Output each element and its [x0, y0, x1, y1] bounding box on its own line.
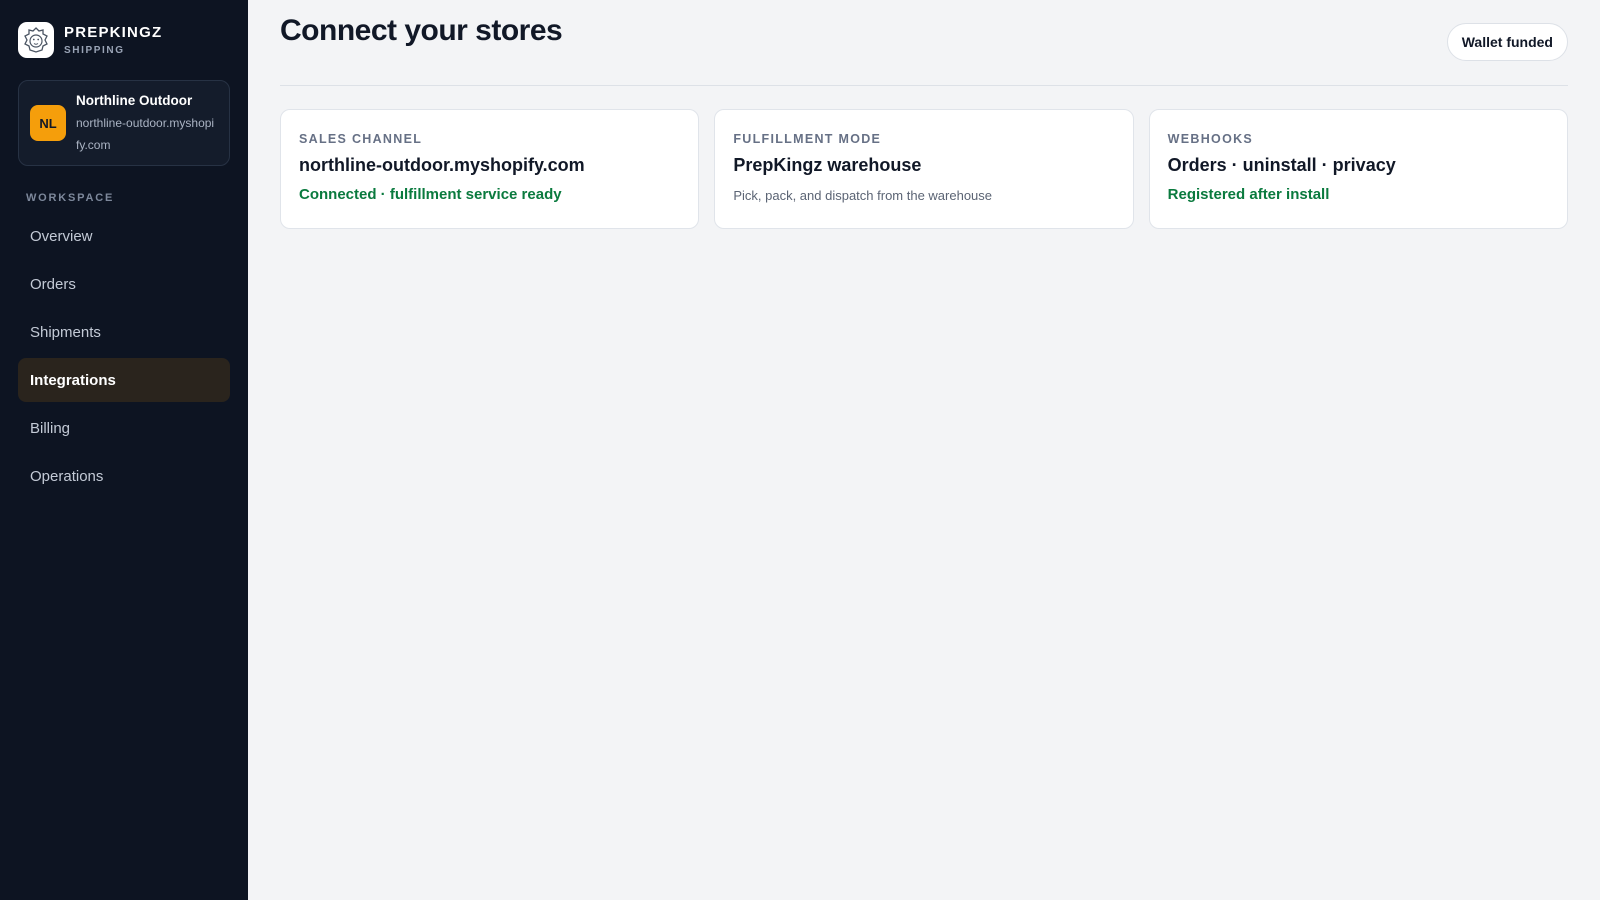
fulfillment-mode-card: FULFILLMENT MODE PrepKingz warehouse Pic…	[714, 109, 1134, 229]
store-name: Northline Outdoor	[76, 93, 193, 108]
sidebar-item-shipments[interactable]: Shipments	[18, 310, 230, 354]
integration-cards: SALES CHANNEL northline-outdoor.myshopif…	[280, 109, 1568, 229]
brand-name: PREPKINGZ	[64, 24, 163, 41]
card-label: SALES CHANNEL	[299, 132, 423, 146]
store-avatar: NL	[30, 105, 66, 141]
card-status: Connected · fulfillment service ready	[299, 186, 562, 203]
card-title: Orders · uninstall · privacy	[1167, 155, 1396, 175]
main-content: Connect your stores Wallet funded SALES …	[248, 0, 1600, 900]
brand[interactable]: PREPKINGZ SHIPPING	[18, 22, 230, 58]
page-title: Connect your stores	[280, 14, 563, 48]
sidebar-item-operations[interactable]: Operations	[18, 454, 230, 498]
card-status: Registered after install	[1167, 186, 1330, 203]
sidebar-item-overview[interactable]: Overview	[18, 214, 230, 258]
brand-subtitle: SHIPPING	[64, 45, 125, 56]
sidebar-nav: Overview Orders Shipments Integrations B…	[18, 214, 230, 498]
wallet-status-badge[interactable]: Wallet funded	[1446, 22, 1568, 61]
store-switcher[interactable]: NL Northline Outdoor northline-outdoor.m…	[18, 80, 230, 166]
sidebar-item-billing[interactable]: Billing	[18, 406, 230, 450]
card-label: FULFILLMENT MODE	[733, 132, 882, 146]
card-description: Pick, pack, and dispatch from the wareho…	[733, 188, 993, 203]
card-title: PrepKingz warehouse	[733, 155, 922, 175]
sidebar-item-integrations[interactable]: Integrations	[18, 358, 230, 402]
lion-icon	[18, 22, 54, 58]
card-title: northline-outdoor.myshopify.com	[299, 155, 585, 175]
webhooks-card: WEBHOOKS Orders · uninstall · privacy Re…	[1148, 109, 1568, 229]
app-shell: PREPKINGZ SHIPPING NL Northline Outdoor …	[0, 0, 1600, 900]
sidebar: PREPKINGZ SHIPPING NL Northline Outdoor …	[0, 0, 248, 900]
sidebar-item-orders[interactable]: Orders	[18, 262, 230, 306]
store-domain: northline-outdoor.myshopify.com	[76, 116, 215, 152]
card-label: WEBHOOKS	[1167, 132, 1254, 146]
sales-channel-card: SALES CHANNEL northline-outdoor.myshopif…	[280, 109, 700, 229]
page-header: Connect your stores Wallet funded	[280, 0, 1568, 86]
workspace-section-label: WORKSPACE	[26, 192, 115, 204]
